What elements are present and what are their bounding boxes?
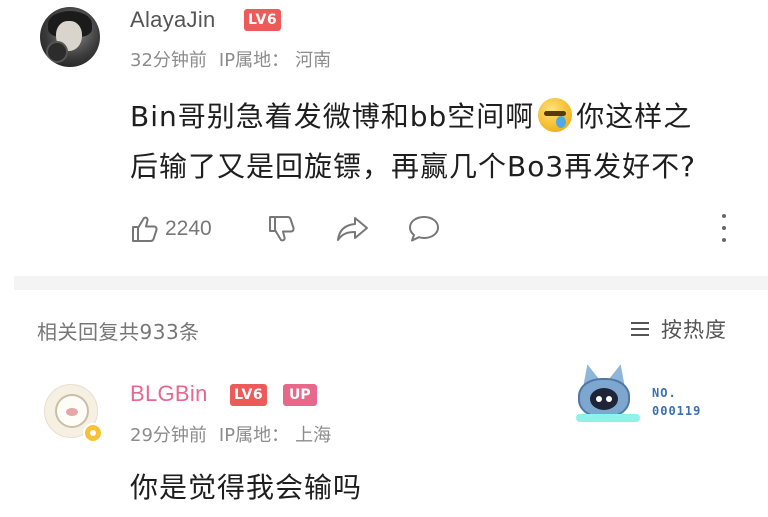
facepalm-emoji-icon <box>538 98 573 132</box>
commenter-username[interactable]: AlayaJin <box>130 7 216 33</box>
comment-bubble-icon <box>409 216 439 242</box>
reply-button[interactable] <box>407 214 441 244</box>
comment-text-line-2: 后输了又是回旋镖，再赢几个Bo3再发好不? <box>130 150 697 183</box>
comment-page: AlayaJin LV6 32分钟前 IP属地： 河南 Bin哥别急着发微博和bb空… <box>0 0 768 517</box>
reply-ip-location: 上海 <box>295 425 332 446</box>
reply-username[interactable]: BLGBin <box>130 381 208 407</box>
comment-time: 32分钟前 <box>130 50 207 71</box>
verified-badge-icon <box>83 423 103 443</box>
comment-text: Bin哥别急着发微博和bb空间啊 你这样之 后输了又是回旋镖，再赢几个Bo3再发好… <box>130 92 696 192</box>
share-button[interactable] <box>336 214 370 244</box>
fan-badge-label: NO. <box>652 386 677 400</box>
sheep-avatar-icon <box>55 394 89 428</box>
reply-text: 你是觉得我会输吗 <box>130 471 363 504</box>
replies-count: 相关回复共933条 <box>37 320 200 344</box>
like-button[interactable]: 2240 <box>129 213 212 245</box>
more-options-icon[interactable] <box>720 214 728 242</box>
comment-text-line-1: Bin哥别急着发微博和bb空间啊 你这样之 <box>130 98 693 133</box>
ip-label: IP属地： <box>218 50 290 71</box>
sort-by-hot-button[interactable]: 按热度 <box>631 314 727 344</box>
thumbs-down-icon <box>269 216 295 242</box>
reply-time: 29分钟前 <box>130 425 207 446</box>
like-count: 2240 <box>165 217 212 240</box>
reply-meta: 29分钟前 IP属地： 上海 <box>130 421 331 447</box>
share-arrow-icon <box>337 217 368 241</box>
comment-meta: 32分钟前 IP属地： 河南 <box>130 46 331 72</box>
ip-location: 河南 <box>295 50 332 71</box>
sort-label: 按热度 <box>661 318 727 342</box>
commenter-avatar[interactable] <box>40 7 100 67</box>
sort-lines-icon <box>631 322 649 336</box>
up-badge: UP <box>283 384 317 406</box>
level-badge: LV6 <box>244 9 282 31</box>
thumbs-up-icon <box>132 216 158 242</box>
dislike-button[interactable] <box>266 213 298 245</box>
section-divider <box>14 276 768 290</box>
fan-badge-number: 000119 <box>652 404 702 418</box>
reply-level-badge: LV6 <box>230 384 268 406</box>
reply-ip-label: IP属地： <box>218 425 290 446</box>
fan-badge: NO. 000119 <box>574 360 724 430</box>
